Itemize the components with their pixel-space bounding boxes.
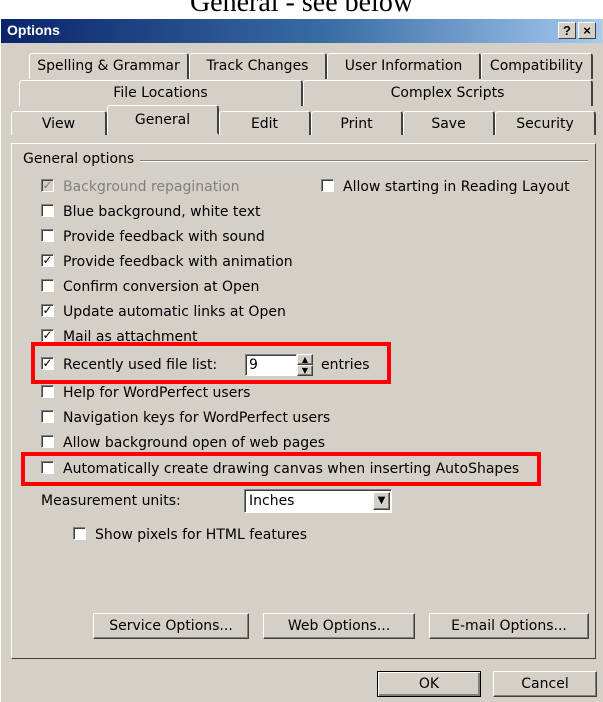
checkbox[interactable] — [41, 204, 54, 217]
web-options-button[interactable]: Web Options... — [263, 613, 415, 639]
email-options-button[interactable]: E-mail Options... — [429, 613, 589, 639]
ok-button[interactable]: OK — [377, 671, 481, 697]
highlight-drawing-canvas — [21, 452, 541, 486]
tab-row-2: File Locations Complex Scripts — [19, 80, 593, 106]
option-label: Confirm conversion at Open — [63, 279, 260, 295]
checkbox[interactable] — [41, 410, 54, 423]
highlight-recent-files — [31, 342, 391, 384]
tab-compatibility[interactable]: Compatibility — [481, 53, 593, 79]
option-label: Allow background open of web pages — [63, 435, 326, 451]
checkbox[interactable] — [41, 229, 54, 242]
tab-track-changes[interactable]: Track Changes — [189, 53, 327, 79]
measurement-value: Inches — [249, 493, 295, 509]
checkbox[interactable] — [321, 179, 334, 192]
tab-file-locations[interactable]: File Locations — [19, 80, 303, 106]
caption-text: General - see below — [189, 0, 414, 18]
chevron-down-icon[interactable]: ▼ — [373, 492, 390, 510]
option-label: Provide feedback with sound — [63, 229, 265, 245]
measurement-select[interactable]: Inches ▼ — [244, 489, 392, 513]
checkbox[interactable] — [41, 435, 54, 448]
checkbox[interactable]: ✓ — [41, 304, 54, 317]
option-label: Update automatic links at Open — [63, 304, 286, 320]
group-label: General options — [23, 151, 141, 167]
help-button[interactable]: ? — [558, 22, 576, 39]
option-label: Show pixels for HTML features — [95, 527, 308, 543]
close-button[interactable]: × — [578, 22, 596, 39]
checkbox[interactable] — [41, 279, 54, 292]
option-label: Background repagination — [63, 179, 240, 195]
checkbox[interactable] — [73, 527, 86, 540]
tab-view[interactable]: View — [11, 111, 107, 135]
service-options-button[interactable]: Service Options... — [93, 613, 249, 639]
option-label: Provide feedback with animation — [63, 254, 293, 270]
tab-edit[interactable]: Edit — [219, 111, 311, 135]
option-label: Blue background, white text — [63, 204, 261, 220]
tab-complex-scripts[interactable]: Complex Scripts — [303, 80, 593, 106]
tab-spelling-grammar[interactable]: Spelling & Grammar — [29, 53, 189, 79]
measurement-label: Measurement units: — [41, 493, 181, 509]
tab-row-1: Spelling & Grammar Track Changes User In… — [29, 53, 593, 79]
checkbox[interactable] — [41, 385, 54, 398]
tab-row-3: View General Edit Print Save Security — [11, 105, 596, 135]
option-label: Navigation keys for WordPerfect users — [63, 410, 331, 426]
option-label: Help for WordPerfect users — [63, 385, 251, 401]
checkbox[interactable]: ✓ — [41, 179, 54, 192]
checkbox[interactable]: ✓ — [41, 329, 54, 342]
tab-print[interactable]: Print — [311, 111, 403, 135]
title-bar: Options ? × — [1, 19, 602, 43]
dialog-title: Options — [7, 22, 60, 38]
option-label: Allow starting in Reading Layout — [343, 179, 570, 195]
tab-save[interactable]: Save — [403, 111, 495, 135]
tab-general[interactable]: General — [107, 105, 219, 135]
checkbox[interactable]: ✓ — [41, 254, 54, 267]
tab-security[interactable]: Security — [495, 111, 596, 135]
cancel-button[interactable]: Cancel — [493, 671, 597, 697]
tab-user-information[interactable]: User Information — [327, 53, 481, 79]
